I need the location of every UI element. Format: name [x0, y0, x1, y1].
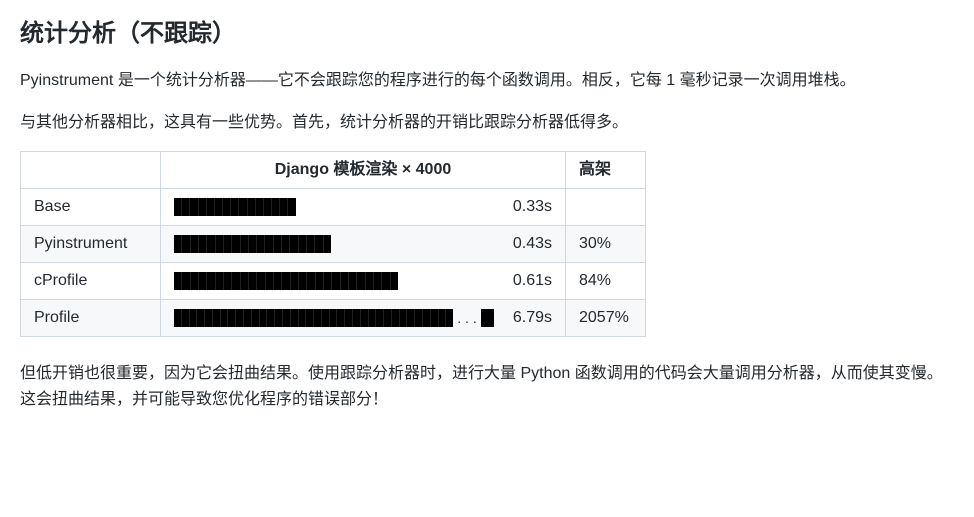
bar-cell: 0.43s: [161, 226, 566, 263]
overhead-value: 30%: [566, 226, 646, 263]
timing-bar: [174, 272, 398, 290]
table-row: cProfile 0.61s 84%: [21, 263, 646, 300]
profiler-name: cProfile: [21, 263, 161, 300]
timing-bar: [174, 235, 331, 253]
timing-value: 6.79s: [502, 306, 552, 330]
overhead-table-wrap: Django 模板渲染 × 4000 高架 Base 0.33s Pyinstrum…: [20, 151, 954, 337]
closing-paragraph: 但低开销也很重要，因为它会扭曲结果。使用跟踪分析器时，进行大量 Python 函…: [20, 361, 954, 412]
overhead-value: 2057%: [566, 300, 646, 337]
intro-paragraph-2: 与其他分析器相比，这具有一些优势。首先，统计分析器的开销比跟踪分析器低得多。: [20, 110, 954, 136]
intro-paragraph-1: Pyinstrument 是一个统计分析器——它不会跟踪您的程序进行的每个函数调…: [20, 68, 954, 94]
table-row: Pyinstrument 0.43s 30%: [21, 226, 646, 263]
overhead-value: [566, 189, 646, 226]
timing-bar: [174, 309, 453, 327]
table-header-overhead: 高架: [566, 152, 646, 189]
table-row: Profile . . . 6.79s 2057%: [21, 300, 646, 337]
bar-cell: . . . 6.79s: [161, 300, 566, 337]
table-header-bench: Django 模板渲染 × 4000: [161, 152, 566, 189]
section-heading: 统计分析（不跟踪）: [20, 16, 954, 52]
timing-bar-tail: [481, 309, 494, 327]
timing-value: 0.43s: [502, 232, 552, 256]
table-header-name: [21, 152, 161, 189]
bar-cell: 0.33s: [161, 189, 566, 226]
overhead-value: 84%: [566, 263, 646, 300]
timing-bar: [174, 198, 296, 216]
profiler-name: Pyinstrument: [21, 226, 161, 263]
ellipsis-icon: . . .: [457, 308, 476, 329]
bar-cell: 0.61s: [161, 263, 566, 300]
overhead-table: Django 模板渲染 × 4000 高架 Base 0.33s Pyinstrum…: [20, 151, 954, 337]
table-row: Base 0.33s: [21, 189, 646, 226]
profiler-name: Base: [21, 189, 161, 226]
profiler-name: Profile: [21, 300, 161, 337]
timing-value: 0.61s: [502, 269, 552, 293]
timing-value: 0.33s: [502, 195, 552, 219]
